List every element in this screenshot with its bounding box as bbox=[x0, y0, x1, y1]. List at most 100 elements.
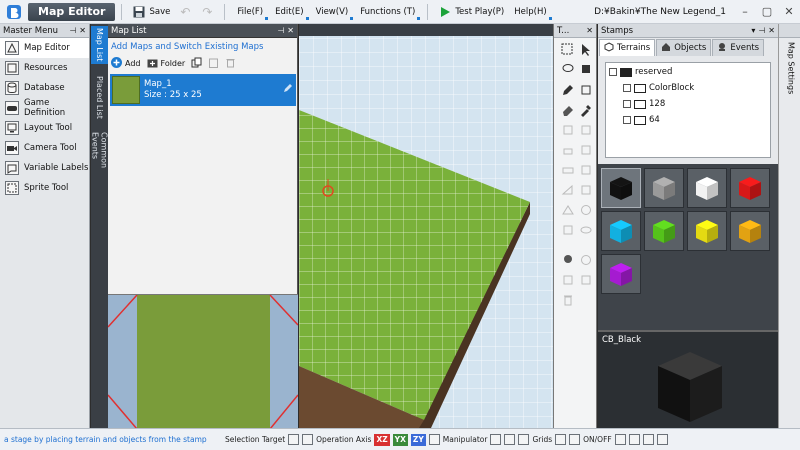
stamp-color-block[interactable] bbox=[730, 168, 770, 208]
master-item-database[interactable]: Database bbox=[0, 78, 89, 98]
object-tool-icon[interactable] bbox=[578, 122, 594, 138]
tab-events[interactable]: Events bbox=[712, 39, 765, 56]
tab-common-events[interactable]: Common Events bbox=[91, 132, 109, 196]
delete-icon[interactable] bbox=[225, 57, 236, 70]
raise-tool-icon[interactable] bbox=[560, 142, 576, 158]
tree-node-64[interactable]: 64 bbox=[623, 115, 660, 125]
save-button[interactable]: Save bbox=[128, 2, 174, 22]
master-item-layout-tool[interactable]: Layout Tool bbox=[0, 118, 89, 138]
paste-tool-icon[interactable] bbox=[578, 272, 594, 288]
edit-pencil-icon[interactable] bbox=[283, 84, 292, 96]
stamp-color-block[interactable] bbox=[687, 211, 727, 251]
close-icon[interactable]: ✕ bbox=[586, 26, 593, 35]
event-tool-icon[interactable] bbox=[560, 252, 576, 268]
redo-button[interactable]: ↷ bbox=[196, 2, 218, 22]
rotate-manipulator-icon[interactable] bbox=[504, 434, 516, 445]
object-target-icon[interactable] bbox=[302, 434, 314, 445]
lighting-icon[interactable] bbox=[614, 434, 626, 445]
map-viewport[interactable] bbox=[299, 24, 553, 428]
copy-icon[interactable] bbox=[191, 57, 202, 70]
tab-map-list[interactable]: Map List bbox=[91, 26, 108, 64]
tab-placed-list[interactable]: Placed List bbox=[91, 68, 108, 126]
pin-icon[interactable]: ⊣ bbox=[277, 26, 284, 35]
tab-objects[interactable]: Objects bbox=[656, 39, 712, 56]
axis-zy-button[interactable]: ZY bbox=[410, 433, 426, 446]
stamp-color-block[interactable] bbox=[601, 168, 641, 208]
map-list-item[interactable]: Map_1 Size : 25 x 25 bbox=[110, 74, 296, 106]
grid-snap-icon[interactable] bbox=[569, 434, 581, 445]
tree-checkbox[interactable] bbox=[609, 68, 617, 76]
tree-checkbox[interactable] bbox=[623, 84, 631, 92]
copy-tool-icon[interactable] bbox=[560, 272, 576, 288]
stamp-tool-icon[interactable] bbox=[560, 122, 576, 138]
fill-tool-icon[interactable] bbox=[578, 82, 594, 98]
camera-view-icon[interactable] bbox=[642, 434, 654, 445]
lasso-tool-icon[interactable] bbox=[560, 61, 576, 77]
paste-icon[interactable] bbox=[208, 57, 219, 70]
menu-functions[interactable]: Functions (T) bbox=[354, 2, 421, 22]
triangle-tool-icon[interactable] bbox=[560, 202, 576, 218]
master-item-map-editor[interactable]: Map Editor bbox=[0, 38, 89, 58]
test-play-button[interactable]: Test Play(P) bbox=[434, 2, 508, 22]
master-item-variable-labels[interactable]: Variable Labels bbox=[0, 158, 89, 178]
axis-xz-button[interactable]: XZ bbox=[374, 433, 390, 446]
menu-help[interactable]: Help(H) bbox=[508, 2, 553, 22]
eraser-tool-icon[interactable] bbox=[560, 102, 576, 118]
manipulator-icon[interactable] bbox=[428, 434, 440, 445]
pin-icon[interactable]: ⊣ bbox=[758, 26, 765, 35]
ramp-tool-icon[interactable] bbox=[578, 182, 594, 198]
menu-edit[interactable]: Edit(E) bbox=[269, 2, 310, 22]
close-icon[interactable]: ✕ bbox=[287, 26, 294, 35]
eyedropper-tool-icon[interactable] bbox=[578, 102, 594, 118]
camera-event-icon[interactable] bbox=[578, 252, 594, 268]
tab-terrains[interactable]: Terrains bbox=[599, 39, 656, 56]
select-tool-icon[interactable] bbox=[560, 42, 576, 58]
pointer-tool-icon[interactable] bbox=[578, 42, 594, 58]
pin-icon[interactable]: ⊣ bbox=[69, 26, 76, 35]
move-manipulator-icon[interactable] bbox=[490, 434, 502, 445]
stamp-color-block[interactable] bbox=[644, 168, 684, 208]
cut-tool-icon[interactable] bbox=[560, 222, 576, 238]
shadow-icon[interactable] bbox=[628, 434, 640, 445]
undo-button[interactable]: ↶ bbox=[174, 2, 196, 22]
tree-node-128[interactable]: 128 bbox=[623, 99, 665, 109]
add-folder-button[interactable]: Folder bbox=[147, 57, 185, 70]
shape-tool-icon[interactable] bbox=[578, 222, 594, 238]
grid-toggle-icon[interactable] bbox=[555, 434, 567, 445]
menu-file[interactable]: File(F) bbox=[231, 2, 269, 22]
close-icon[interactable]: ✕ bbox=[79, 26, 86, 35]
add-map-button[interactable]: Add bbox=[111, 56, 141, 70]
stamp-color-block[interactable] bbox=[601, 211, 641, 251]
dropdown-icon[interactable]: ▾ bbox=[751, 26, 755, 35]
stamp-color-block[interactable] bbox=[730, 211, 770, 251]
scale-manipulator-icon[interactable] bbox=[518, 434, 530, 445]
menu-view[interactable]: View(V) bbox=[310, 2, 355, 22]
axis-yx-button[interactable]: YX bbox=[392, 433, 408, 446]
lower-tool-icon[interactable] bbox=[578, 142, 594, 158]
settings-icon[interactable] bbox=[656, 434, 668, 445]
maximize-button[interactable]: ▢ bbox=[756, 2, 778, 22]
tree-node-reserved[interactable]: reserved bbox=[609, 67, 672, 77]
trash-tool-icon[interactable] bbox=[560, 292, 576, 308]
grid-target-icon[interactable] bbox=[288, 434, 300, 445]
tree-node-colorblock[interactable]: ColorBlock bbox=[623, 83, 694, 93]
brush-select-icon[interactable] bbox=[578, 61, 594, 77]
stamp-color-block[interactable] bbox=[644, 211, 684, 251]
stamp-color-block[interactable] bbox=[687, 168, 727, 208]
tree-checkbox[interactable] bbox=[623, 116, 631, 124]
smooth-tool-icon[interactable] bbox=[578, 162, 594, 178]
slope-tool-icon[interactable] bbox=[560, 182, 576, 198]
tab-map-settings[interactable]: Map Settings bbox=[784, 42, 796, 94]
pencil-tool-icon[interactable] bbox=[560, 82, 576, 98]
master-item-resources[interactable]: Resources bbox=[0, 58, 89, 78]
close-button[interactable]: ✕ bbox=[778, 2, 800, 22]
master-item-sprite-tool[interactable]: Sprite Tool bbox=[0, 178, 89, 198]
master-item-camera-tool[interactable]: Camera Tool bbox=[0, 138, 89, 158]
minimize-button[interactable]: – bbox=[734, 2, 756, 22]
tree-checkbox[interactable] bbox=[623, 100, 631, 108]
rotate-tool-icon[interactable] bbox=[578, 202, 594, 218]
stamp-color-block[interactable] bbox=[601, 254, 641, 294]
close-icon[interactable]: ✕ bbox=[768, 26, 775, 35]
add-maps-link[interactable]: Add Maps and Switch Existing Maps bbox=[108, 38, 297, 54]
flatten-tool-icon[interactable] bbox=[560, 162, 576, 178]
